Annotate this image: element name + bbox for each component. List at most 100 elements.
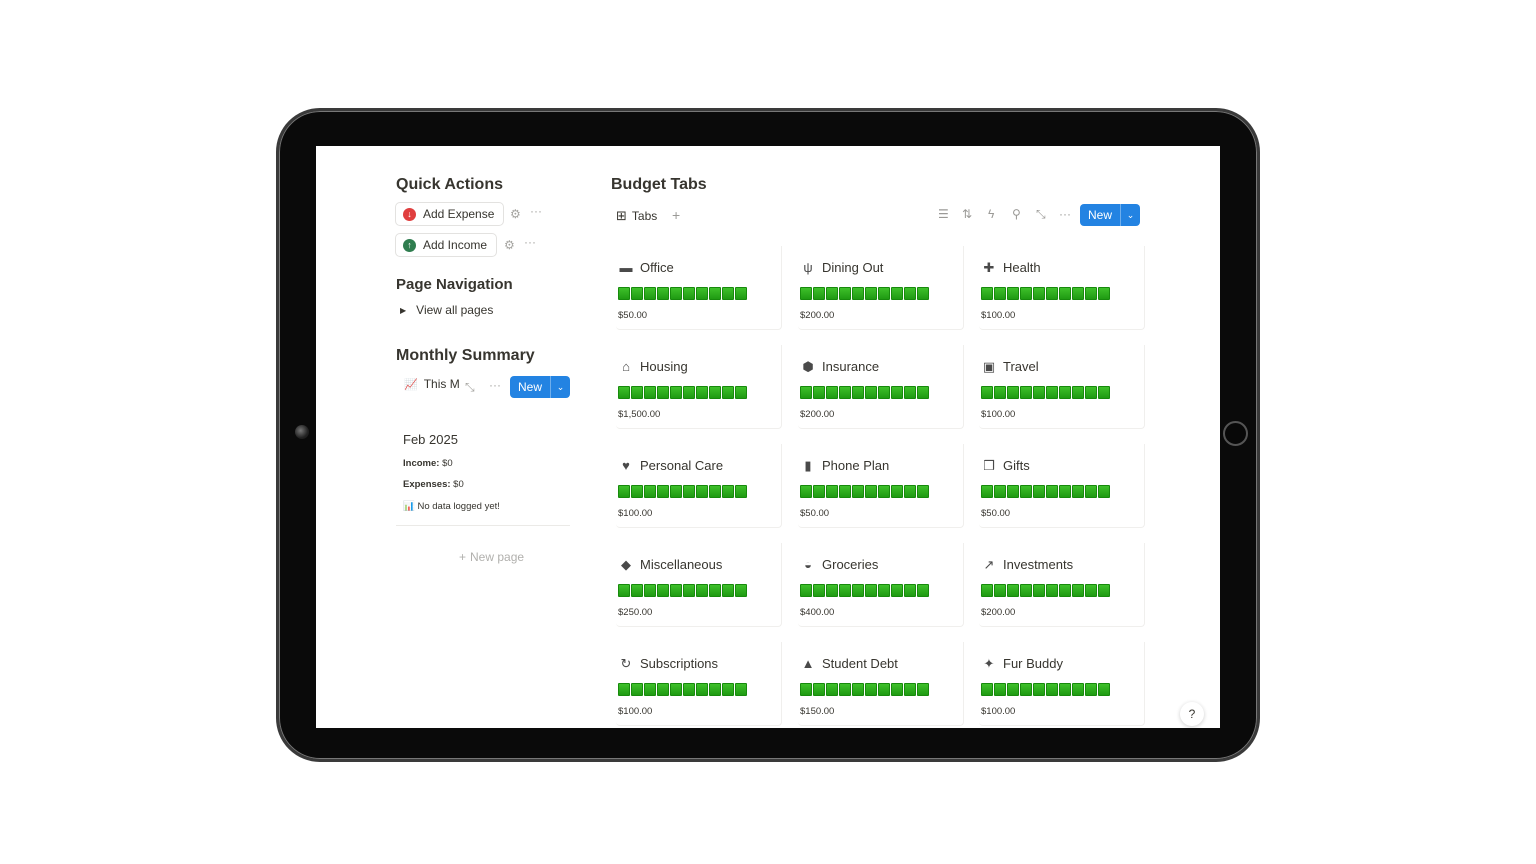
progress-block [1020, 386, 1032, 399]
progress-block [1072, 386, 1084, 399]
budget-card[interactable]: ▮ Phone Plan $50.00 [798, 444, 964, 528]
tabs-view-tab[interactable]: ⊞ Tabs [616, 208, 657, 224]
card-amount: $50.00 [800, 508, 830, 519]
budget-new-button[interactable]: New ⌄ [1080, 204, 1140, 226]
expand-icon[interactable]: ⤡ [465, 380, 475, 395]
new-label: New [1088, 208, 1113, 222]
progress-block [917, 584, 929, 597]
plus-icon: + [459, 550, 467, 564]
monthly-new-button[interactable]: New ⌄ [510, 376, 570, 398]
notion-page: Quick Actions ↓ Add Expense ⚙ ··· ↑ Add … [316, 146, 1220, 728]
filter-icon[interactable]: ☰ [938, 207, 949, 221]
progress-block [904, 485, 916, 498]
progress-block [1072, 287, 1084, 300]
progress-block [904, 584, 916, 597]
budget-card[interactable]: ψ Dining Out $200.00 [798, 246, 964, 330]
progress-block [839, 584, 851, 597]
progress-block [683, 485, 695, 498]
progress-block [1098, 485, 1110, 498]
search-icon[interactable]: ⚲ [1012, 207, 1021, 221]
home-button[interactable] [1223, 421, 1248, 446]
progress-block [865, 485, 877, 498]
progress-block [1046, 683, 1058, 696]
view-all-pages-toggle[interactable]: ▶ View all pages [400, 303, 493, 317]
medical-cross-icon: ✚ [983, 259, 995, 275]
budget-card[interactable]: ▲ Student Debt $150.00 [798, 642, 964, 726]
monthly-view-tab[interactable]: 📈 This M [404, 377, 460, 391]
card-amount: $100.00 [981, 310, 1016, 321]
progress-block [670, 287, 682, 300]
progress-block [657, 386, 669, 399]
progress-block [917, 683, 929, 696]
gear-icon[interactable]: ⚙ [504, 238, 515, 252]
sort-icon[interactable]: ⇅ [962, 207, 972, 221]
more-options-icon[interactable]: ··· [530, 204, 542, 218]
budget-card[interactable]: ▬ Office $50.00 [616, 246, 782, 330]
progress-block [631, 287, 643, 300]
progress-block [644, 485, 656, 498]
gear-icon[interactable]: ⚙ [510, 207, 521, 221]
progress-block [696, 584, 708, 597]
lightning-icon[interactable]: ϟ [988, 207, 994, 221]
more-options-icon[interactable]: ··· [1059, 207, 1071, 221]
progress-block [800, 683, 812, 696]
budget-card[interactable]: ◆ Miscellaneous $250.00 [616, 543, 782, 627]
more-options-icon[interactable]: ··· [489, 378, 501, 392]
progress-block [644, 683, 656, 696]
add-expense-button[interactable]: ↓ Add Expense [395, 202, 505, 226]
progress-block [644, 287, 656, 300]
progress-block [865, 287, 877, 300]
progress-block [904, 287, 916, 300]
progress-block [1098, 584, 1110, 597]
progress-block [1059, 584, 1071, 597]
graduation-cap-icon: ▲ [801, 655, 815, 671]
monthly-summary-card[interactable]: Feb 2025 Income: $0 Expenses: $0 📊 No da… [396, 422, 570, 526]
progress-block [813, 386, 825, 399]
budget-card[interactable]: ✚ Health $100.00 [979, 246, 1145, 330]
progress-block [1085, 584, 1097, 597]
progress-block [1033, 287, 1045, 300]
progress-block [981, 485, 993, 498]
progress-block [1059, 485, 1071, 498]
chevron-down-icon[interactable]: ⌄ [1120, 204, 1140, 226]
expand-icon[interactable]: ⤡ [1036, 207, 1046, 222]
progress-block [670, 584, 682, 597]
progress-block [631, 683, 643, 696]
progress-block [670, 683, 682, 696]
budget-card[interactable]: ⌂ Housing $1,500.00 [616, 345, 782, 429]
progress-block [1007, 287, 1019, 300]
progress-block [1072, 683, 1084, 696]
card-title: Dining Out [822, 260, 884, 275]
budget-card[interactable]: ❒ Gifts $50.00 [979, 444, 1145, 528]
new-page-button[interactable]: + New page [459, 550, 524, 564]
add-view-icon[interactable]: + [672, 207, 680, 223]
progress-block [826, 287, 838, 300]
chevron-down-icon[interactable]: ⌄ [550, 376, 570, 398]
budget-card[interactable]: ▣ Travel $100.00 [979, 345, 1145, 429]
progress-bar [800, 485, 930, 498]
add-income-button[interactable]: ↑ Add Income [395, 233, 498, 257]
budget-card[interactable]: ✦ Fur Buddy $100.00 [979, 642, 1145, 726]
progress-block [1059, 386, 1071, 399]
card-title: Student Debt [822, 656, 898, 671]
budget-card[interactable]: ↻ Subscriptions $100.00 [616, 642, 782, 726]
shield-icon: ⬢ [802, 358, 814, 374]
progress-block [994, 386, 1006, 399]
budget-tabs-heading: Budget Tabs [611, 176, 707, 193]
progress-block [878, 485, 890, 498]
card-amount: $400.00 [800, 607, 835, 618]
progress-block [994, 485, 1006, 498]
income-line: Income: $0 [403, 458, 453, 469]
help-icon[interactable]: ? [1180, 702, 1204, 726]
budget-card[interactable]: ◒ Groceries $400.00 [798, 543, 964, 627]
progress-block [891, 386, 903, 399]
budget-card[interactable]: ↗ Investments $200.00 [979, 543, 1145, 627]
progress-block [1072, 485, 1084, 498]
progress-block [852, 287, 864, 300]
budget-card[interactable]: ⬢ Insurance $200.00 [798, 345, 964, 429]
progress-block [852, 485, 864, 498]
budget-card[interactable]: ♥ Personal Care $100.00 [616, 444, 782, 528]
more-options-icon[interactable]: ··· [524, 235, 536, 249]
expenses-value: $0 [453, 479, 464, 490]
progress-block [657, 683, 669, 696]
